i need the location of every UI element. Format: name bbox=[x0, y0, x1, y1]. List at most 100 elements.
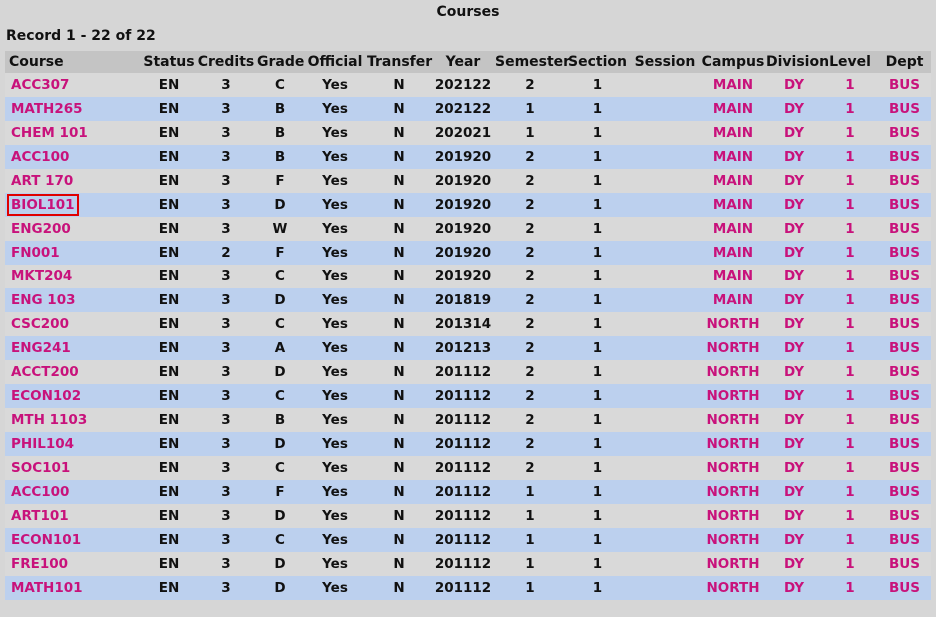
division-link[interactable]: DY bbox=[782, 483, 806, 501]
division-link[interactable]: DY bbox=[782, 220, 806, 238]
campus-link[interactable]: MAIN bbox=[711, 196, 755, 214]
level-link[interactable]: 1 bbox=[843, 507, 856, 525]
campus-link[interactable]: MAIN bbox=[711, 267, 755, 285]
course-link[interactable]: MTH 1103 bbox=[9, 411, 89, 429]
dept-link[interactable]: BUS bbox=[887, 579, 922, 597]
campus-link[interactable]: MAIN bbox=[711, 76, 755, 94]
campus-link[interactable]: NORTH bbox=[704, 555, 761, 573]
level-link[interactable]: 1 bbox=[843, 244, 856, 262]
campus-link[interactable]: NORTH bbox=[704, 315, 761, 333]
course-link[interactable]: ACC100 bbox=[9, 148, 71, 166]
dept-link[interactable]: BUS bbox=[887, 459, 922, 477]
dept-link[interactable]: BUS bbox=[887, 172, 922, 190]
course-link[interactable]: MATH101 bbox=[9, 579, 85, 597]
division-link[interactable]: DY bbox=[782, 172, 806, 190]
division-link[interactable]: DY bbox=[782, 555, 806, 573]
division-link[interactable]: DY bbox=[782, 315, 806, 333]
campus-link[interactable]: NORTH bbox=[704, 459, 761, 477]
dept-link[interactable]: BUS bbox=[887, 267, 922, 285]
dept-link[interactable]: BUS bbox=[887, 220, 922, 238]
dept-link[interactable]: BUS bbox=[887, 124, 922, 142]
course-link[interactable]: ART 170 bbox=[9, 172, 75, 190]
course-link[interactable]: ECON102 bbox=[9, 387, 83, 405]
division-link[interactable]: DY bbox=[782, 148, 806, 166]
division-link[interactable]: DY bbox=[782, 291, 806, 309]
level-link[interactable]: 1 bbox=[843, 459, 856, 477]
level-link[interactable]: 1 bbox=[843, 315, 856, 333]
dept-link[interactable]: BUS bbox=[887, 291, 922, 309]
campus-link[interactable]: MAIN bbox=[711, 244, 755, 262]
level-link[interactable]: 1 bbox=[843, 555, 856, 573]
dept-link[interactable]: BUS bbox=[887, 148, 922, 166]
dept-link[interactable]: BUS bbox=[887, 76, 922, 94]
level-link[interactable]: 1 bbox=[843, 483, 856, 501]
division-link[interactable]: DY bbox=[782, 267, 806, 285]
level-link[interactable]: 1 bbox=[843, 363, 856, 381]
division-link[interactable]: DY bbox=[782, 100, 806, 118]
campus-link[interactable]: NORTH bbox=[704, 507, 761, 525]
division-link[interactable]: DY bbox=[782, 76, 806, 94]
campus-link[interactable]: MAIN bbox=[711, 220, 755, 238]
course-link[interactable]: MATH265 bbox=[9, 100, 85, 118]
level-link[interactable]: 1 bbox=[843, 387, 856, 405]
course-link[interactable]: SOC101 bbox=[9, 459, 72, 477]
dept-link[interactable]: BUS bbox=[887, 196, 922, 214]
campus-link[interactable]: NORTH bbox=[704, 579, 761, 597]
dept-link[interactable]: BUS bbox=[887, 363, 922, 381]
level-link[interactable]: 1 bbox=[843, 531, 856, 549]
level-link[interactable]: 1 bbox=[843, 196, 856, 214]
campus-link[interactable]: NORTH bbox=[704, 387, 761, 405]
level-link[interactable]: 1 bbox=[843, 291, 856, 309]
campus-link[interactable]: NORTH bbox=[704, 531, 761, 549]
level-link[interactable]: 1 bbox=[843, 435, 856, 453]
level-link[interactable]: 1 bbox=[843, 148, 856, 166]
campus-link[interactable]: NORTH bbox=[704, 411, 761, 429]
division-link[interactable]: DY bbox=[782, 196, 806, 214]
course-link[interactable]: ECON101 bbox=[9, 531, 83, 549]
division-link[interactable]: DY bbox=[782, 531, 806, 549]
course-link[interactable]: ACC100 bbox=[9, 483, 71, 501]
course-link[interactable]: CHEM 101 bbox=[9, 124, 90, 142]
dept-link[interactable]: BUS bbox=[887, 555, 922, 573]
division-link[interactable]: DY bbox=[782, 411, 806, 429]
division-link[interactable]: DY bbox=[782, 124, 806, 142]
dept-link[interactable]: BUS bbox=[887, 387, 922, 405]
level-link[interactable]: 1 bbox=[843, 76, 856, 94]
course-link[interactable]: ENG241 bbox=[9, 339, 73, 357]
course-link[interactable]: ART101 bbox=[9, 507, 71, 525]
campus-link[interactable]: NORTH bbox=[704, 339, 761, 357]
division-link[interactable]: DY bbox=[782, 435, 806, 453]
dept-link[interactable]: BUS bbox=[887, 483, 922, 501]
course-link[interactable]: ENG 103 bbox=[9, 291, 77, 309]
division-link[interactable]: DY bbox=[782, 507, 806, 525]
campus-link[interactable]: MAIN bbox=[711, 291, 755, 309]
dept-link[interactable]: BUS bbox=[887, 435, 922, 453]
dept-link[interactable]: BUS bbox=[887, 315, 922, 333]
course-link[interactable]: PHIL104 bbox=[9, 435, 76, 453]
level-link[interactable]: 1 bbox=[843, 267, 856, 285]
campus-link[interactable]: MAIN bbox=[711, 100, 755, 118]
campus-link[interactable]: MAIN bbox=[711, 124, 755, 142]
level-link[interactable]: 1 bbox=[843, 100, 856, 118]
campus-link[interactable]: MAIN bbox=[711, 148, 755, 166]
course-link[interactable]: BIOL101 bbox=[7, 193, 79, 216]
division-link[interactable]: DY bbox=[782, 387, 806, 405]
level-link[interactable]: 1 bbox=[843, 339, 856, 357]
dept-link[interactable]: BUS bbox=[887, 507, 922, 525]
level-link[interactable]: 1 bbox=[843, 124, 856, 142]
dept-link[interactable]: BUS bbox=[887, 244, 922, 262]
dept-link[interactable]: BUS bbox=[887, 411, 922, 429]
level-link[interactable]: 1 bbox=[843, 220, 856, 238]
course-link[interactable]: MKT204 bbox=[9, 267, 74, 285]
dept-link[interactable]: BUS bbox=[887, 531, 922, 549]
campus-link[interactable]: NORTH bbox=[704, 363, 761, 381]
course-link[interactable]: ENG200 bbox=[9, 220, 73, 238]
division-link[interactable]: DY bbox=[782, 579, 806, 597]
campus-link[interactable]: MAIN bbox=[711, 172, 755, 190]
campus-link[interactable]: NORTH bbox=[704, 483, 761, 501]
course-link[interactable]: FN001 bbox=[9, 244, 62, 262]
division-link[interactable]: DY bbox=[782, 363, 806, 381]
course-link[interactable]: ACCT200 bbox=[9, 363, 81, 381]
level-link[interactable]: 1 bbox=[843, 579, 856, 597]
dept-link[interactable]: BUS bbox=[887, 100, 922, 118]
